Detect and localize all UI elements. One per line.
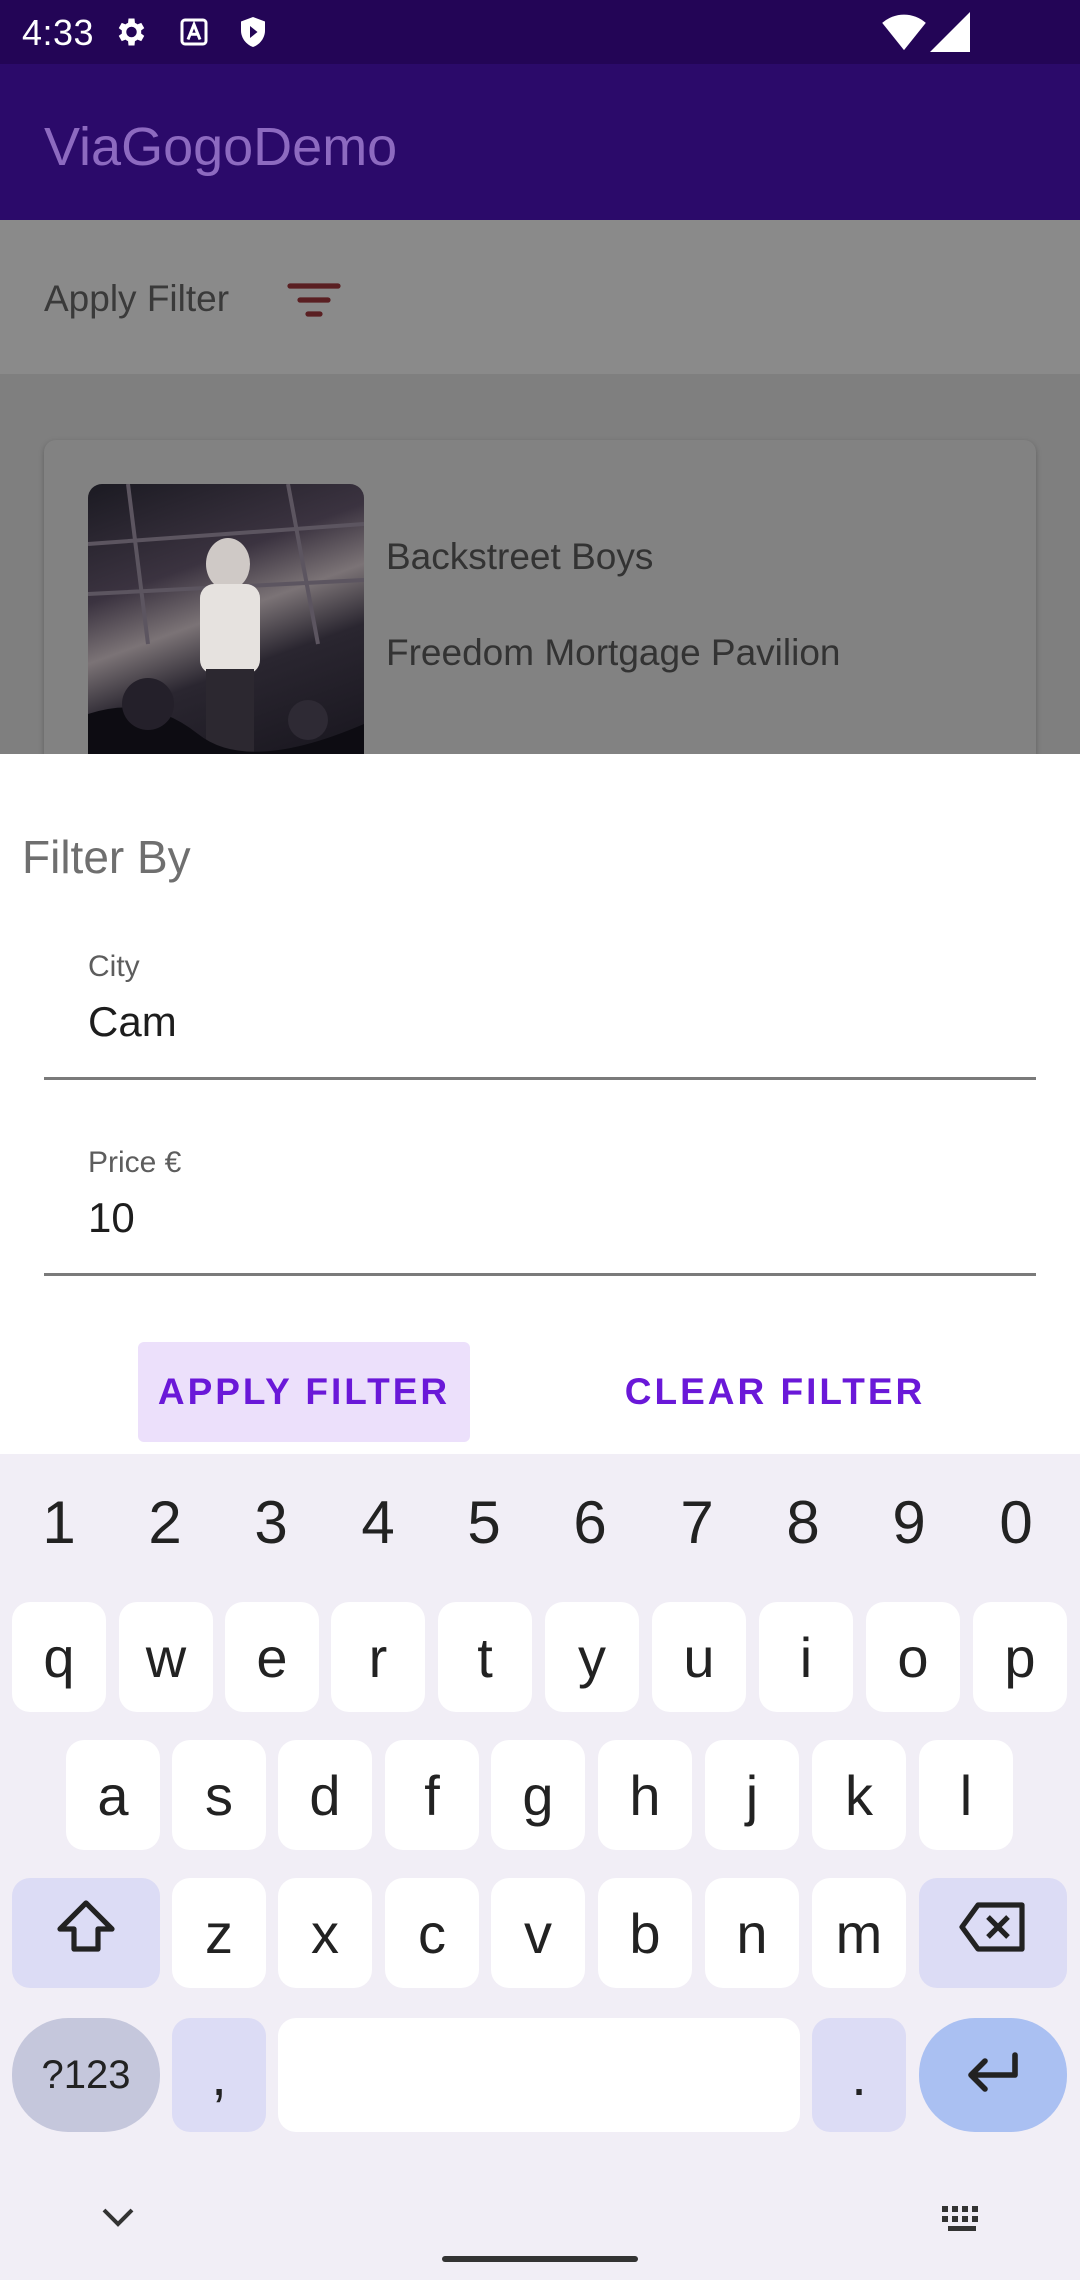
key-j[interactable]: j (705, 1740, 799, 1850)
key-1[interactable]: 1 (9, 1474, 109, 1570)
key-c[interactable]: c (385, 1878, 479, 1988)
key-d[interactable]: d (278, 1740, 372, 1850)
price-input[interactable]: 10 (88, 1194, 135, 1242)
key-8[interactable]: 8 (753, 1474, 853, 1570)
backspace-key[interactable] (919, 1878, 1067, 1988)
key-a[interactable]: a (66, 1740, 160, 1850)
key-t[interactable]: t (438, 1602, 532, 1712)
screen: 4:33 ViaGogoDemo Apply Filter Backstreet… (0, 0, 1080, 2280)
key-g[interactable]: g (491, 1740, 585, 1850)
enter-icon (963, 2043, 1023, 2108)
apply-filter-button[interactable]: APPLY FILTER (138, 1342, 470, 1442)
filter-sheet: Filter By City Cam Price € 10 APPLY FILT… (0, 754, 1080, 1454)
app-title: ViaGogoDemo (44, 117, 398, 177)
enter-key[interactable] (919, 2018, 1067, 2132)
event-title: Backstreet Boys (386, 536, 654, 577)
sheet-title: Filter By (22, 831, 191, 883)
city-field[interactable]: City Cam (44, 940, 1036, 1080)
wifi-icon (882, 12, 926, 57)
key-s[interactable]: s (172, 1740, 266, 1850)
key-6[interactable]: 6 (540, 1474, 640, 1570)
city-input[interactable]: Cam (88, 998, 177, 1046)
settings-icon (112, 14, 148, 55)
apply-filter-label[interactable]: Apply Filter (44, 278, 229, 320)
key-z[interactable]: z (172, 1878, 266, 1988)
shift-icon (54, 1897, 118, 1970)
key-r[interactable]: r (331, 1602, 425, 1712)
app-bar: ViaGogoDemo (0, 64, 1080, 220)
shift-key[interactable] (12, 1878, 160, 1988)
key-0[interactable]: 0 (966, 1474, 1066, 1570)
event-image (88, 484, 364, 784)
filter-bar[interactable]: Apply Filter (0, 220, 1080, 374)
key-e[interactable]: e (225, 1602, 319, 1712)
cell-signal-icon (930, 12, 970, 57)
number-row: 1 2 3 4 5 6 7 8 9 0 (0, 1474, 1080, 1570)
key-i[interactable]: i (759, 1602, 853, 1712)
key-period[interactable]: . (812, 2018, 906, 2132)
key-p[interactable]: p (973, 1602, 1067, 1712)
keyboard-switch-icon[interactable] (940, 2204, 986, 2239)
key-h[interactable]: h (598, 1740, 692, 1850)
key-k[interactable]: k (812, 1740, 906, 1850)
status-time: 4:33 (22, 12, 95, 53)
key-o[interactable]: o (866, 1602, 960, 1712)
hide-keyboard-icon[interactable] (100, 2206, 136, 2235)
key-y[interactable]: y (545, 1602, 639, 1712)
key-n[interactable]: n (705, 1878, 799, 1988)
space-key[interactable] (278, 2018, 800, 2132)
key-5[interactable]: 5 (434, 1474, 534, 1570)
key-w[interactable]: w (119, 1602, 213, 1712)
clear-filter-button[interactable]: CLEAR FILTER (600, 1342, 950, 1442)
event-venue: Freedom Mortgage Pavilion (386, 632, 841, 673)
event-card[interactable]: Backstreet Boys Freedom Mortgage Pavilio… (44, 440, 1036, 800)
symbols-key[interactable]: ?123 (12, 2018, 160, 2132)
font-icon (178, 14, 210, 55)
key-f[interactable]: f (385, 1740, 479, 1850)
backspace-icon (958, 1901, 1028, 1966)
filter-list-icon[interactable] (286, 280, 342, 325)
event-list: Backstreet Boys Freedom Mortgage Pavilio… (0, 374, 1080, 800)
city-label: City (88, 950, 140, 983)
key-7[interactable]: 7 (647, 1474, 747, 1570)
key-3[interactable]: 3 (221, 1474, 321, 1570)
home-indicator[interactable] (442, 2256, 638, 2262)
shield-icon (236, 14, 270, 55)
key-v[interactable]: v (491, 1878, 585, 1988)
status-bar: 4:33 (0, 0, 1080, 64)
soft-keyboard: 1 2 3 4 5 6 7 8 9 0 q w e r t y u i o p … (0, 1454, 1080, 2280)
key-x[interactable]: x (278, 1878, 372, 1988)
price-field[interactable]: Price € 10 (44, 1136, 1036, 1276)
key-b[interactable]: b (598, 1878, 692, 1988)
price-label: Price € (88, 1146, 182, 1179)
key-l[interactable]: l (919, 1740, 1013, 1850)
key-2[interactable]: 2 (115, 1474, 215, 1570)
key-9[interactable]: 9 (859, 1474, 959, 1570)
key-4[interactable]: 4 (328, 1474, 428, 1570)
key-m[interactable]: m (812, 1878, 906, 1988)
key-q[interactable]: q (12, 1602, 106, 1712)
key-comma[interactable]: , (172, 2018, 266, 2132)
key-u[interactable]: u (652, 1602, 746, 1712)
